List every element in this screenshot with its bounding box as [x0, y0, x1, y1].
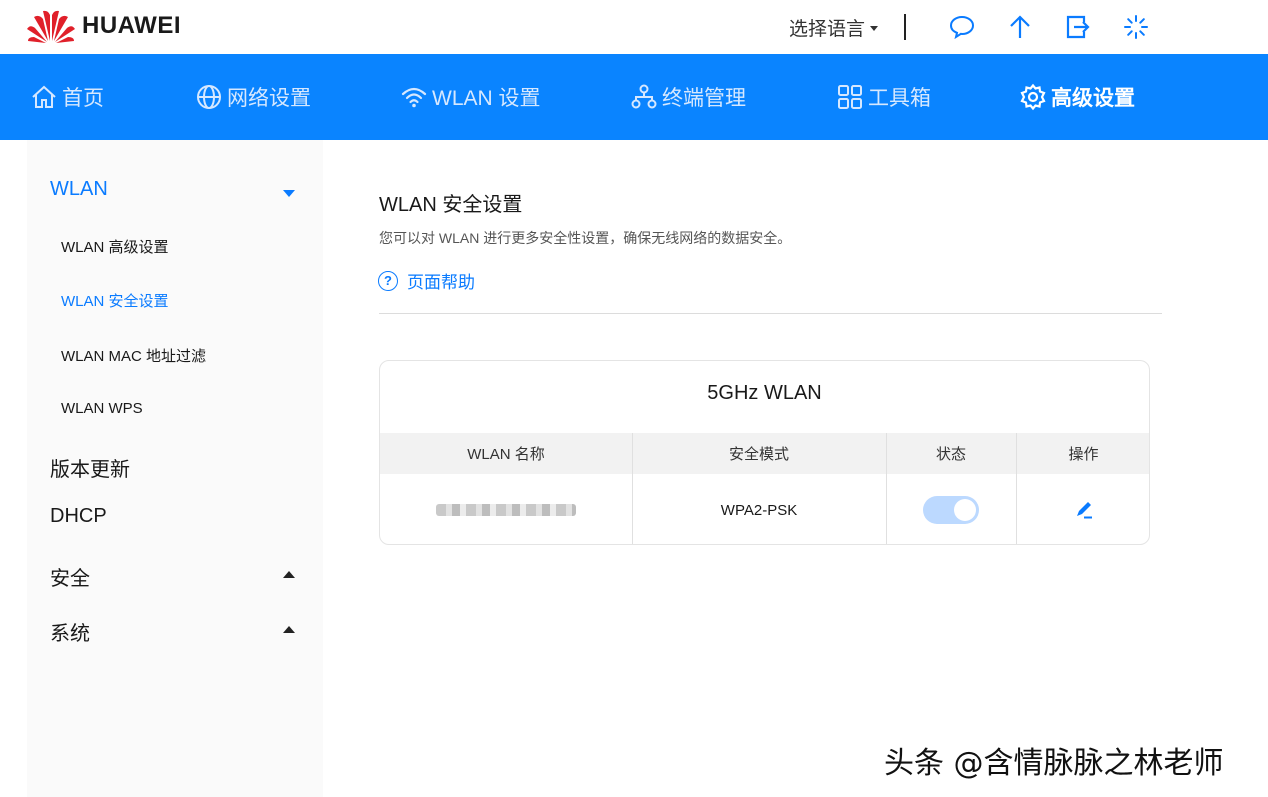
security-mode-cell: WPA2-PSK	[720, 501, 798, 519]
brand-name: HUAWEI	[82, 12, 181, 39]
logout-icon[interactable]	[1064, 13, 1092, 41]
nav-toolbox-label: 工具箱	[868, 87, 931, 110]
column-header-security-mode: 安全模式	[728, 446, 789, 463]
sidebar-item-label: WLAN 高级设置	[61, 239, 169, 256]
main-nav: 首页 网络设置 WLAN 设置 终端管理 工具箱 高级设置	[0, 54, 1268, 140]
huawei-petal-icon	[27, 10, 75, 43]
chevron-up-icon[interactable]	[283, 571, 295, 578]
sidebar-item-wlan-security[interactable]: WLAN 安全设置	[61, 290, 169, 311]
page-help-label: 页面帮助	[407, 273, 475, 292]
nav-network-label: 网络设置	[227, 87, 311, 110]
nav-wlan-settings[interactable]: WLAN 设置	[400, 54, 541, 140]
wlan-name-cell	[380, 474, 632, 544]
sidebar-item-wlan-advanced[interactable]: WLAN 高级设置	[61, 236, 169, 257]
language-label: 选择语言	[788, 18, 865, 40]
huawei-logo: HUAWEI	[26, 6, 181, 46]
chevron-down-icon	[870, 25, 878, 31]
sidebar-item-label: WLAN MAC 地址过滤	[61, 348, 207, 365]
page-title: WLAN 安全设置	[379, 194, 523, 216]
wlan-status-toggle[interactable]	[923, 496, 979, 524]
column-header-status: 状态	[935, 446, 966, 463]
nav-toolbox[interactable]: 工具箱	[836, 54, 931, 140]
toggle-knob	[954, 499, 976, 521]
question-icon: ?	[378, 270, 398, 291]
page-help-link[interactable]: ? 页面帮助	[378, 268, 475, 293]
loading-icon[interactable]	[1122, 13, 1150, 41]
chevron-down-icon[interactable]	[283, 190, 295, 197]
nav-advanced-settings[interactable]: 高级设置	[1019, 54, 1135, 140]
edit-icon[interactable]	[1072, 498, 1096, 522]
sidebar-group-label: 系统	[50, 623, 90, 645]
wlan-5ghz-card: 5GHz WLAN WLAN 名称 安全模式 状态 操作 WPA2-PSK	[379, 360, 1150, 545]
message-icon[interactable]	[948, 13, 976, 41]
nav-home[interactable]: 首页	[30, 54, 104, 140]
sidebar-group-label: DHCP	[50, 505, 107, 527]
blurred-wlan-name	[436, 504, 576, 516]
status-cell	[886, 474, 1016, 544]
globe-icon	[197, 85, 221, 109]
top-bar: HUAWEI 选择语言	[0, 0, 1268, 54]
chevron-up-icon[interactable]	[283, 626, 295, 633]
nav-device-management[interactable]: 终端管理	[630, 54, 746, 140]
table-header: WLAN 名称 安全模式 状态 操作	[380, 433, 1149, 474]
upload-icon[interactable]	[1006, 13, 1034, 41]
nav-device-label: 终端管理	[662, 87, 746, 110]
nav-wlan-label: WLAN 设置	[432, 87, 541, 110]
nav-network-settings[interactable]: 网络设置	[195, 54, 311, 140]
sidebar-group-version-update[interactable]: 版本更新	[50, 453, 130, 482]
gear-icon	[1020, 83, 1046, 111]
device-tree-icon	[631, 84, 657, 109]
card-title: 5GHz WLAN	[707, 382, 822, 404]
nav-advanced-label: 高级设置	[1051, 87, 1135, 110]
sidebar-group-security[interactable]: 安全	[50, 562, 90, 591]
header-actions: 选择语言	[789, 10, 1150, 44]
language-selector[interactable]: 选择语言	[789, 14, 878, 41]
column-header-actions: 操作	[1068, 446, 1099, 463]
sidebar-item-wlan-wps[interactable]: WLAN WPS	[61, 400, 143, 417]
sidebar-group-dhcp[interactable]: DHCP	[50, 505, 107, 528]
header-divider	[904, 14, 906, 40]
home-icon	[32, 85, 56, 108]
sidebar-item-label: WLAN WPS	[61, 400, 143, 417]
page-description: 您可以对 WLAN 进行更多安全性设置，确保无线网络的数据安全。	[379, 230, 792, 246]
grid-icon	[838, 85, 862, 109]
sidebar-item-wlan-mac-filter[interactable]: WLAN MAC 地址过滤	[61, 345, 206, 366]
sidebar-group-label: 版本更新	[50, 459, 130, 481]
column-header-wlan-name: WLAN 名称	[467, 446, 545, 463]
section-divider	[379, 313, 1162, 314]
sidebar-group-system[interactable]: 系统	[50, 617, 90, 646]
actions-cell	[1016, 474, 1149, 544]
wifi-icon	[401, 87, 427, 108]
sidebar-item-label: WLAN 安全设置	[61, 293, 169, 310]
sidebar-group-label: 安全	[50, 568, 90, 590]
watermark-text: 头条 @含情脉脉之林老师	[884, 746, 1224, 781]
nav-home-label: 首页	[62, 87, 104, 110]
sidebar: WLAN WLAN 高级设置 WLAN 安全设置 WLAN MAC 地址过滤 W…	[27, 140, 323, 797]
sidebar-group-wlan[interactable]: WLAN	[50, 178, 108, 201]
sidebar-group-label: WLAN	[50, 178, 108, 200]
